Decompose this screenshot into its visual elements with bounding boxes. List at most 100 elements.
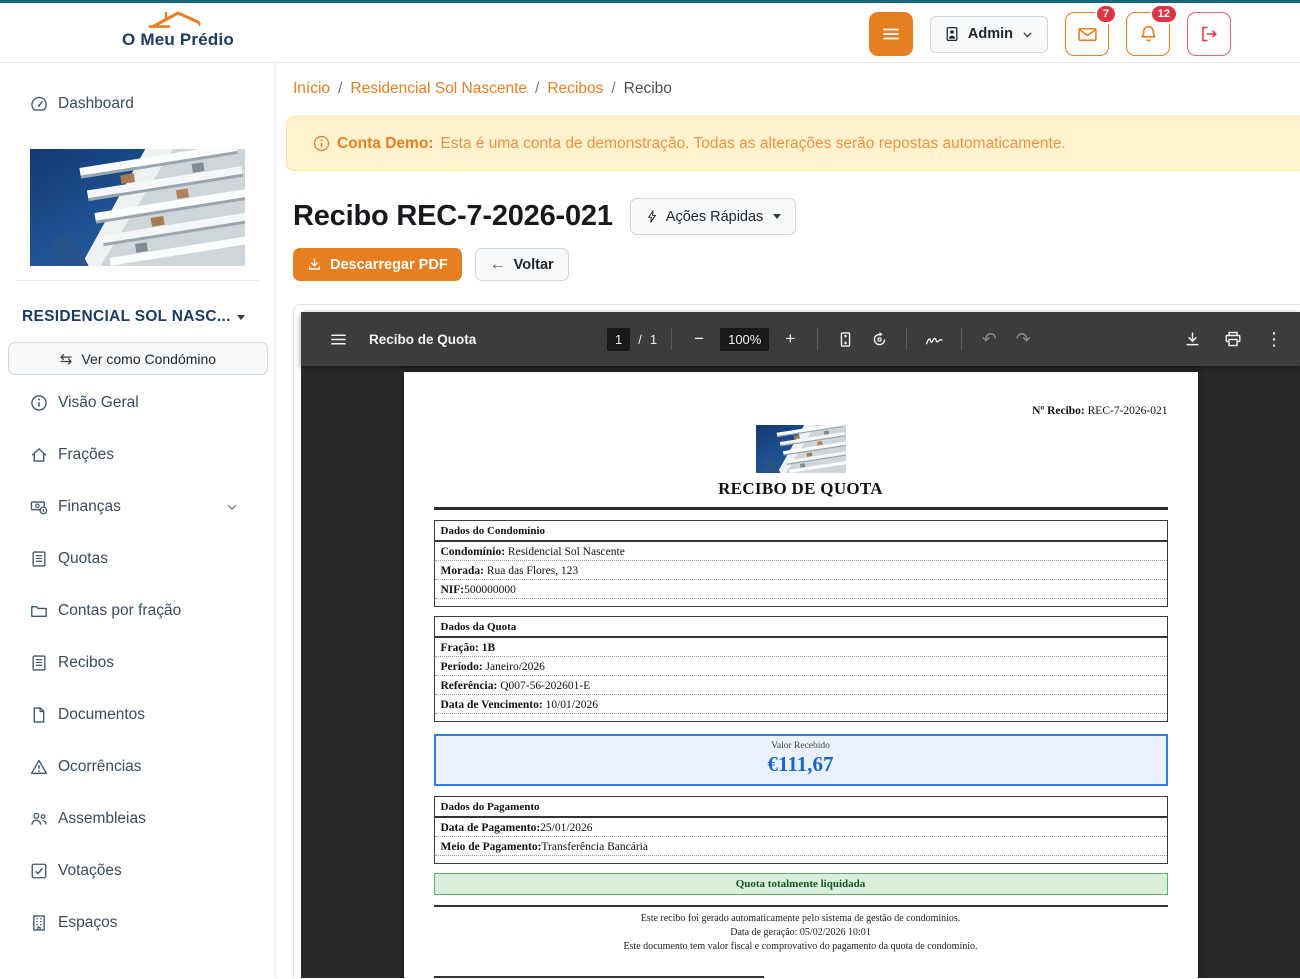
back-button[interactable]: ← Voltar xyxy=(475,248,569,281)
demo-account-banner: Conta Demo: Esta é uma conta de demonstr… xyxy=(286,116,1300,171)
row-label: Data de Pagamento: xyxy=(441,822,541,834)
row-label: Período: xyxy=(441,661,483,673)
receipt-divider xyxy=(434,905,1168,907)
sidebar-item-label: Assembleias xyxy=(58,810,146,828)
sidebar-item-espacos[interactable]: Espaços xyxy=(0,897,275,949)
section-header: Dados do Pagamento xyxy=(435,797,1167,818)
receipt-section-payment: Dados do Pagamento Data de Pagamento:25/… xyxy=(434,796,1168,864)
download-pdf-button[interactable]: Descarregar PDF xyxy=(293,248,462,281)
receipt-footer-line: Este recibo foi gerado automaticamente p… xyxy=(434,913,1168,924)
sidebar-item-recibos[interactable]: Recibos xyxy=(0,637,275,689)
warning-triangle-icon xyxy=(30,758,48,776)
info-circle-icon xyxy=(30,394,48,412)
receipt-footer-line: Este documento tem valor fiscal e compro… xyxy=(434,941,1168,952)
receipt-row: Período: Janeiro/2026 xyxy=(435,657,1167,676)
breadcrumb-link-inicio[interactable]: Início xyxy=(293,80,330,97)
row-value: 500000000 xyxy=(464,584,516,596)
pdf-download-button[interactable] xyxy=(1179,326,1205,352)
sidebar-item-documentos[interactable]: Documentos xyxy=(0,689,275,741)
sidebar-item-label: Ocorrências xyxy=(58,758,142,776)
document-icon xyxy=(30,706,48,724)
row-value: Residencial Sol Nascente xyxy=(505,546,625,558)
info-circle-icon xyxy=(313,135,330,152)
page-title: Recibo REC-7-2026-021 xyxy=(293,200,613,233)
zoom-out-button[interactable]: − xyxy=(686,326,712,352)
quick-actions-button[interactable]: Ações Rápidas xyxy=(630,198,797,235)
logo-text: O Meu Prédio xyxy=(122,30,234,49)
amount-label: Valor Recebido xyxy=(436,741,1166,751)
receipt-section-quota: Dados da Quota Fração: 1B Período: Janei… xyxy=(434,616,1168,722)
row-label: NIF: xyxy=(441,584,465,596)
pdf-canvas[interactable]: Nº Recibo: REC-7-2026-021 RECIBO DE QUOT… xyxy=(301,366,1300,978)
sidebar-item-label: Espaços xyxy=(58,914,117,932)
pdf-document-title: Recibo de Quota xyxy=(369,332,476,347)
fit-page-icon xyxy=(837,331,854,348)
pdf-more-options-button[interactable]: ⋮ xyxy=(1261,326,1287,352)
lightning-icon xyxy=(645,209,659,224)
condo-selector[interactable]: RESIDENCIAL SOL NASC... xyxy=(22,308,245,326)
building-icon xyxy=(30,914,48,932)
breadcrumb: Início/Residencial Sol Nascente/Recibos/… xyxy=(276,63,1300,98)
row-value: Janeiro/2026 xyxy=(483,661,545,673)
pdf-print-button[interactable] xyxy=(1220,326,1246,352)
breadcrumb-separator: / xyxy=(338,80,342,97)
undo-button[interactable]: ↶ xyxy=(976,326,1002,352)
breadcrumb-current: Recibo xyxy=(624,80,672,97)
sidebar: Dashboard RESIDENCIAL SOL NASC... ⇆ Ver … xyxy=(0,63,276,978)
bell-icon xyxy=(1138,24,1159,45)
redo-button[interactable]: ↷ xyxy=(1010,326,1036,352)
receipt-row: Morada: Rua das Flores, 123 xyxy=(435,561,1167,580)
speedometer-icon xyxy=(30,95,48,113)
sidebar-item-label: Contas por fração xyxy=(58,602,181,620)
section-header: Dados da Quota xyxy=(435,617,1167,638)
receipt-section-condo: Dados do Condomínio Condomínio: Residenc… xyxy=(434,520,1168,607)
row-value: Rua das Flores, 123 xyxy=(484,565,578,577)
logout-button[interactable] xyxy=(1187,12,1231,56)
breadcrumb-link-recibos[interactable]: Recibos xyxy=(547,80,603,97)
sidebar-item-label: Votações xyxy=(58,862,122,880)
breadcrumb-link-condominio[interactable]: Residencial Sol Nascente xyxy=(350,80,527,97)
receipt-row: Fração: 1B xyxy=(435,638,1167,657)
app-logo[interactable]: O Meu Prédio xyxy=(98,4,258,50)
messages-button[interactable]: 7 xyxy=(1065,12,1109,56)
annotate-button[interactable] xyxy=(921,326,947,352)
view-as-condomino-button[interactable]: ⇆ Ver como Condómino xyxy=(8,342,268,375)
sidebar-item-visao-geral[interactable]: Visão Geral xyxy=(0,377,275,429)
rotate-button[interactable] xyxy=(866,326,892,352)
sidebar-item-ocorrencias[interactable]: Ocorrências xyxy=(0,741,275,793)
list-icon xyxy=(30,550,48,568)
back-label: Voltar xyxy=(514,257,554,273)
admin-menu-button[interactable]: Admin xyxy=(930,16,1048,53)
caret-down-icon xyxy=(237,315,245,320)
app-header: O Meu Prédio Admin 7 xyxy=(0,3,1300,63)
sidebar-item-financas[interactable]: Finanças xyxy=(0,481,275,533)
receipt-row: Data de Pagamento:25/01/2026 xyxy=(435,818,1167,837)
sidebar-item-contas-por-fracao[interactable]: Contas por fração xyxy=(0,585,275,637)
notifications-button[interactable]: 12 xyxy=(1126,12,1170,56)
people-icon xyxy=(30,810,48,828)
zoom-in-button[interactable]: + xyxy=(777,326,803,352)
pdf-viewer: Recibo de Quota 1 / 1 − 100% + xyxy=(301,312,1300,978)
menu-toggle-button[interactable] xyxy=(869,12,913,56)
logout-icon xyxy=(1199,24,1219,44)
sidebar-item-quotas[interactable]: Quotas xyxy=(0,533,275,585)
amount-received-box: Valor Recebido €111,67 xyxy=(434,734,1168,786)
fit-page-button[interactable] xyxy=(832,326,858,352)
page-separator: / xyxy=(638,332,642,347)
amount-value: €111,67 xyxy=(436,752,1166,777)
row-value: Q007-56-202601-E xyxy=(497,680,590,692)
check-square-icon xyxy=(30,862,48,880)
pdf-menu-button[interactable] xyxy=(325,326,351,352)
pdf-viewer-card: Recibo de Quota 1 / 1 − 100% + xyxy=(293,304,1300,978)
sidebar-item-dashboard[interactable]: Dashboard xyxy=(0,79,275,129)
condo-photo xyxy=(30,149,245,266)
receipt-number-label: Nº Recibo: xyxy=(1032,405,1085,417)
sidebar-item-votacoes[interactable]: Votações xyxy=(0,845,275,897)
sidebar-item-fracoes[interactable]: Frações xyxy=(0,429,275,481)
breadcrumb-separator: / xyxy=(611,80,615,97)
sidebar-item-assembleias[interactable]: Assembleias xyxy=(0,793,275,845)
cash-icon xyxy=(30,498,48,516)
page-number-input[interactable]: 1 xyxy=(607,328,630,351)
signature-block-condomino: Condómino xyxy=(434,976,764,978)
toolbar-divider xyxy=(961,328,962,350)
